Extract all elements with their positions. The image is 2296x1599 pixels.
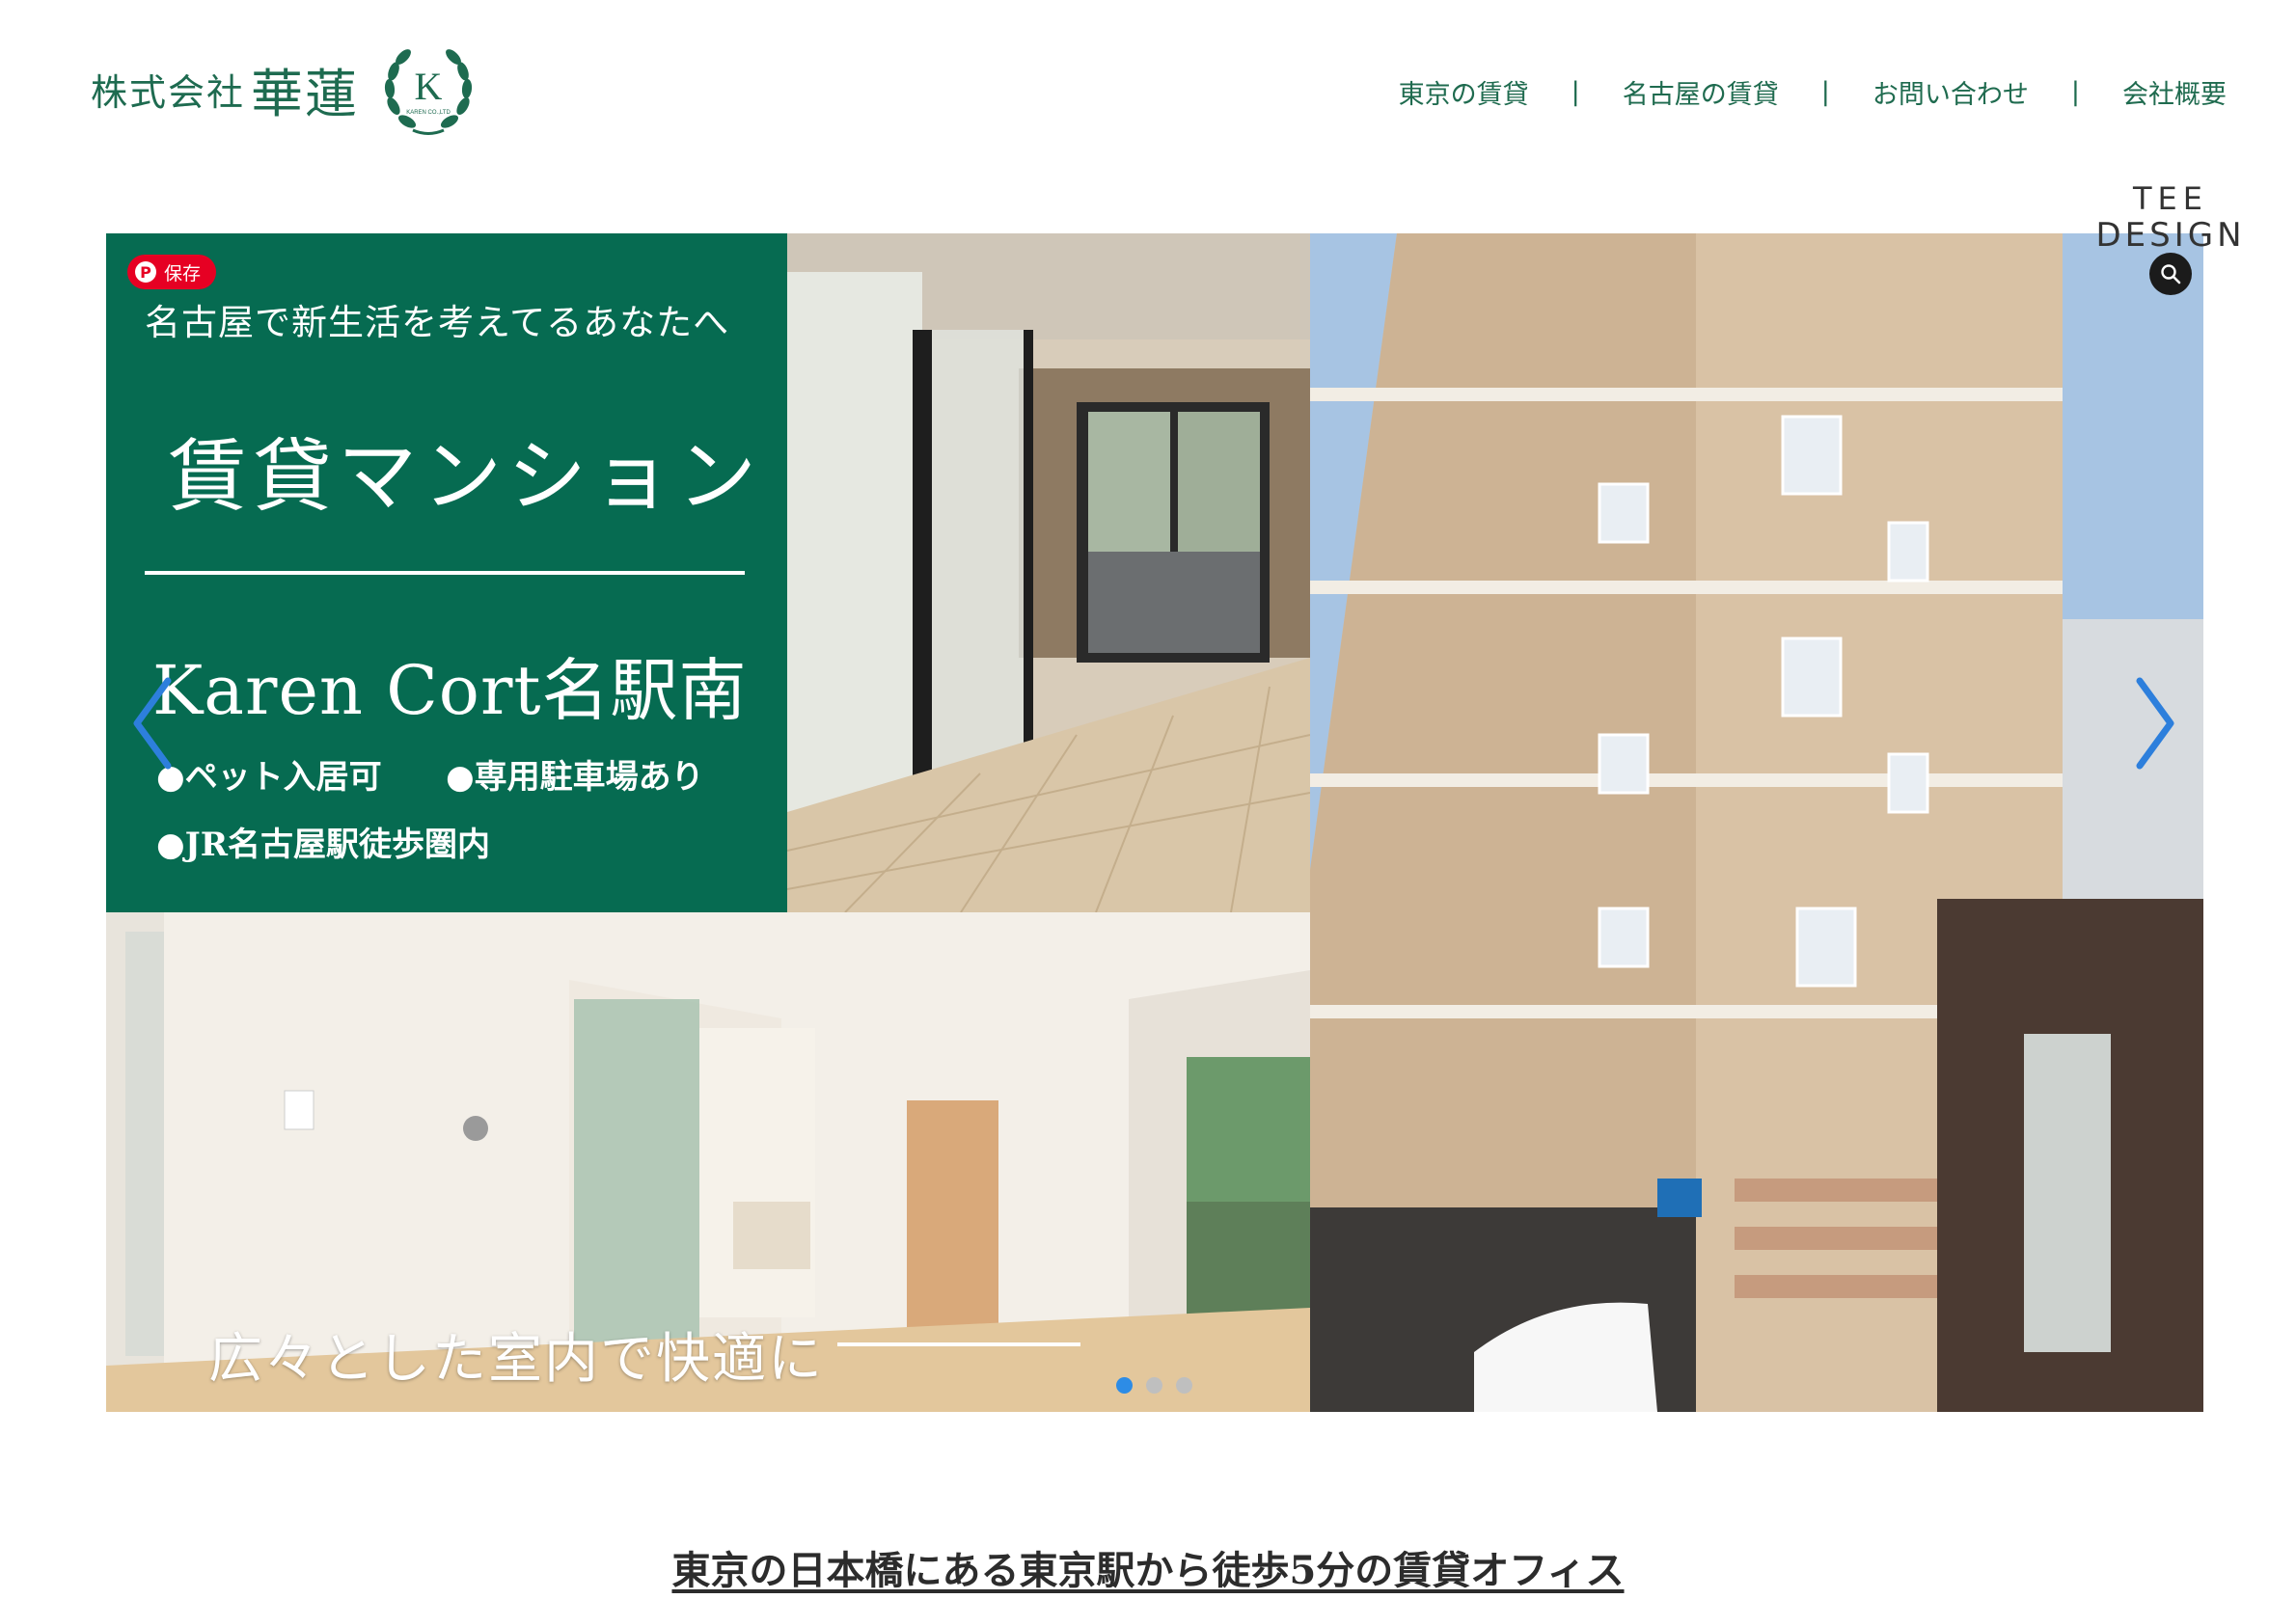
nav-tokyo-rental[interactable]: 東京の賃貸 [1399,73,1529,111]
property-name: Karen Cort名駅南 [152,651,748,730]
office-link-heading[interactable]: 東京の日本橋にある東京駅から徒歩5分の賃貸オフィス [0,1539,2296,1595]
slide-dot[interactable] [1116,1377,1133,1394]
slide-subtitle: 名古屋で新生活を考えてるあなたへ [145,302,730,343]
slide-dot[interactable] [1146,1377,1162,1394]
logo-prefix: 株式会社 [91,70,246,114]
nav-nagoya-rental[interactable]: 名古屋の賃貸 [1623,73,1779,111]
nav-separator: | [2070,77,2080,107]
slide-title: 賃貸マンション [168,431,763,523]
company-logo[interactable]: 株式会社 華蓮 K KAREN CO.,LTD [91,39,478,139]
slide-text-panel: 名古屋で新生活を考えてるあなたへ 賃貸マンション Karen Cort名駅南 ●… [106,233,787,912]
feature-station: ●JR名古屋駅徒歩圏内 [156,826,491,864]
nav-separator: | [1571,77,1580,107]
pinterest-save-button[interactable]: P 保存 [127,255,217,289]
slider-pagination [1116,1377,1192,1394]
logo-name: 華蓮 [251,63,360,124]
prev-slide-arrow-icon[interactable] [123,665,181,781]
feature-parking: ●専用駐車場あり [446,758,704,797]
pinterest-icon: P [135,261,156,283]
next-slide-arrow-icon[interactable] [2126,665,2184,781]
emblem-letter: K [415,65,443,108]
save-label: 保存 [164,262,202,285]
slide-caption: 広々とした室内で快適に [208,1328,824,1391]
emblem-small-text: KAREN CO.,LTD [406,110,451,116]
nav-company-profile[interactable]: 会社概要 [2122,73,2227,111]
tee-design-badge: TEE DESIGN [2082,181,2259,270]
badge-line1: TEE [2133,180,2208,217]
hero-slider: 名古屋で新生活を考えてるあなたへ 賃貸マンション Karen Cort名駅南 ●… [106,233,2203,1412]
feature-pet: ●ペット入居可 [156,758,382,797]
caption-line [837,1342,1080,1346]
nav-contact[interactable]: お問い合わせ [1872,73,2029,111]
nav-separator: | [1820,77,1830,107]
main-nav: 東京の賃貸 | 名古屋の賃貸 | お問い合わせ | 会社概要 [1399,73,2227,111]
title-divider [145,571,745,575]
slide-dot[interactable] [1176,1377,1192,1394]
lobby-photo [787,233,1310,912]
badge-line2: DESIGN [2095,216,2246,255]
laurel-emblem-icon: K KAREN CO.,LTD [384,49,473,135]
building-photo [1310,233,2203,1412]
